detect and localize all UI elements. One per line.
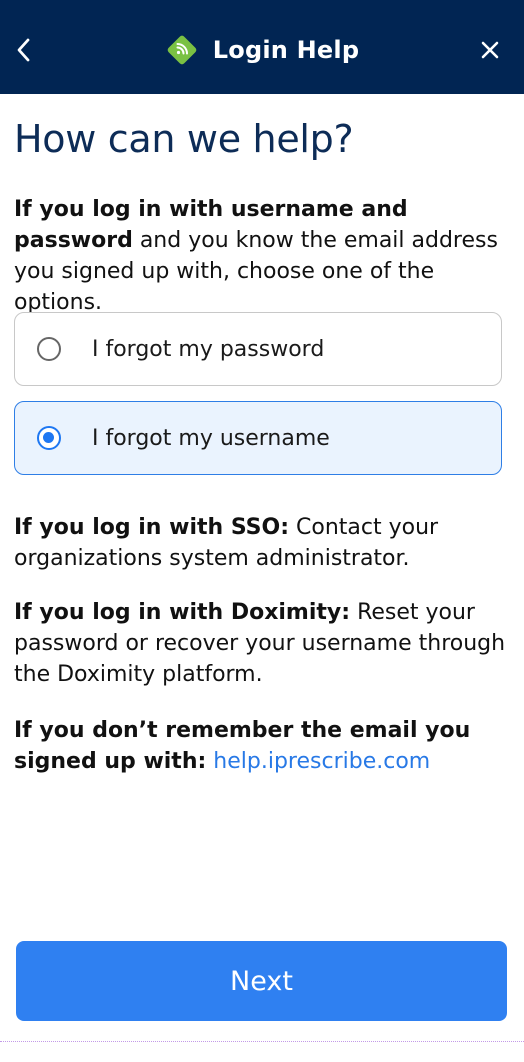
radio-unchecked-icon[interactable] [37, 337, 61, 361]
header-title-group: Login Help [0, 28, 524, 72]
bottom-divider [0, 1041, 524, 1042]
sso-bold: If you log in with SSO: [14, 515, 290, 540]
intro-text: If you log in with username and password… [14, 194, 510, 318]
option-label-username: I forgot my username [92, 425, 330, 451]
option-forgot-username[interactable]: I forgot my username [14, 401, 502, 475]
header-title: Login Help [212, 36, 360, 64]
header-bar: Login Help [0, 0, 524, 94]
next-button[interactable]: Next [16, 941, 507, 1021]
page-title: How can we help? [14, 117, 354, 161]
doximity-bold: If you log in with Doximity: [14, 600, 351, 625]
email-info: If you don’t remember the email you sign… [14, 715, 514, 777]
close-button[interactable] [476, 33, 504, 67]
ip-logo-icon [165, 33, 199, 67]
option-forgot-password[interactable]: I forgot my password [14, 312, 502, 386]
help-link[interactable]: help.iprescribe.com [213, 749, 430, 774]
sso-info: If you log in with SSO: Contact your org… [14, 512, 514, 574]
close-icon [481, 41, 499, 59]
option-label-password: I forgot my password [92, 336, 325, 362]
radio-checked-icon[interactable] [37, 426, 61, 450]
doximity-info: If you log in with Doximity: Reset your … [14, 597, 514, 690]
